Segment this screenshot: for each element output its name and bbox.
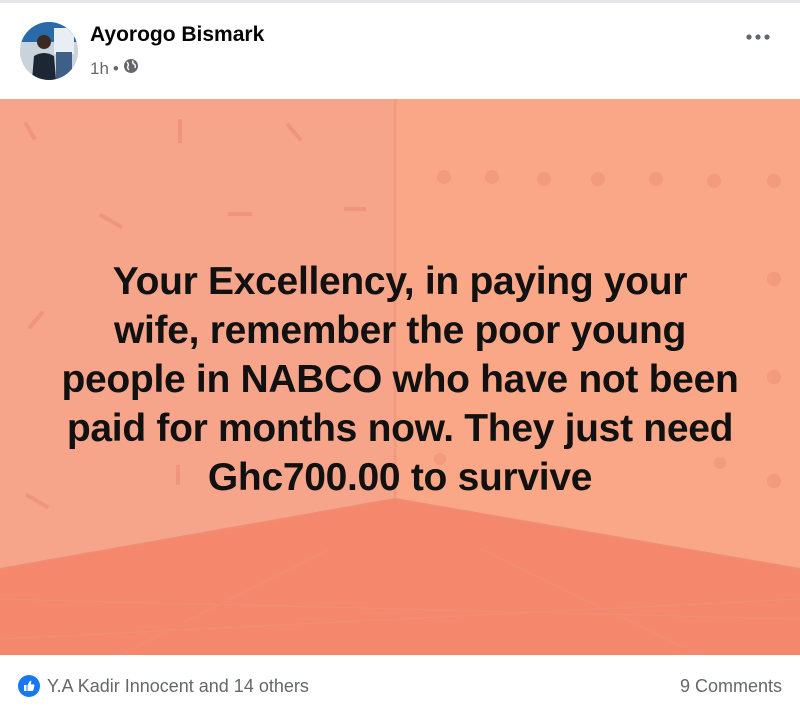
comments-count[interactable]: 9 Comments	[680, 676, 782, 697]
post-meta: 1h •	[90, 58, 139, 79]
author-avatar[interactable]	[20, 22, 78, 80]
more-options-icon[interactable]	[744, 27, 772, 47]
post-header: Ayorogo Bismark 1h •	[0, 3, 800, 99]
globe-icon[interactable]	[123, 58, 139, 79]
like-reaction-icon[interactable]	[18, 675, 40, 697]
meta-separator: •	[112, 58, 119, 78]
reactors-summary[interactable]: Y.A Kadir Innocent and 14 others	[47, 676, 309, 697]
post-footer: Y.A Kadir Innocent and 14 others 9 Comme…	[0, 655, 800, 718]
post-image[interactable]: Your Excellency, in paying your wife, re…	[0, 99, 800, 655]
post-text: Your Excellency, in paying your wife, re…	[61, 260, 739, 499]
author-name[interactable]: Ayorogo Bismark	[90, 23, 264, 47]
post-time[interactable]: 1h	[90, 59, 109, 79]
